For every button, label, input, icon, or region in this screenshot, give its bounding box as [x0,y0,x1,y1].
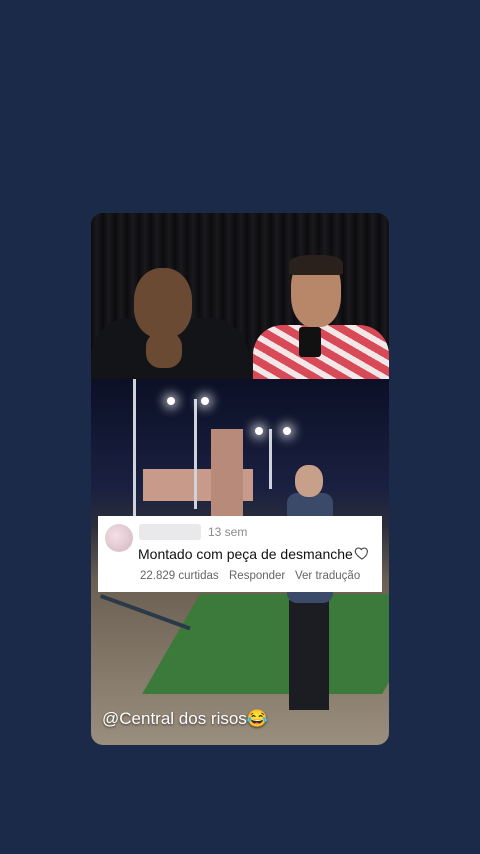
video-card[interactable]: 13 sem Montado com peça de desmanche 22.… [91,213,389,745]
heart-outline-icon[interactable] [354,545,370,561]
studio-scene [91,213,389,379]
commenter-avatar [105,524,133,552]
comment-age: 13 sem [208,525,248,539]
church-tower [211,429,243,519]
comment-likes: 22.829 curtidas [140,570,219,582]
host-left [91,268,251,379]
comment-overlay: 13 sem Montado com peça de desmanche 22.… [98,516,382,592]
translate-button[interactable]: Ver tradução [295,570,360,582]
comment-text: Montado com peça de desmanche [138,546,353,562]
watermark-text: @Central dos risos😂 [102,709,268,728]
host-right [251,255,389,379]
reply-button[interactable]: Responder [229,570,285,582]
commenter-username-blurred [139,524,201,540]
bench [91,594,191,668]
